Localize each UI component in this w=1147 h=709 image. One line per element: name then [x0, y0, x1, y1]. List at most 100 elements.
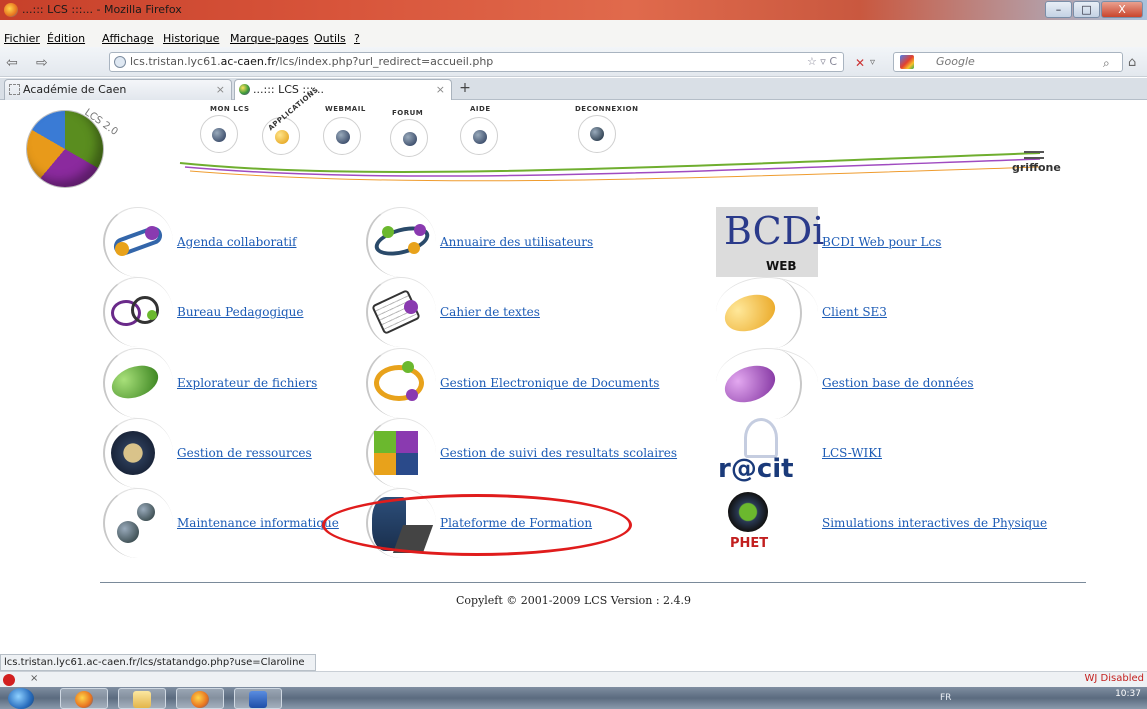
- wj-status[interactable]: WJ Disabled: [1085, 673, 1144, 684]
- search-input[interactable]: Google: [893, 52, 1123, 72]
- app-explorateur[interactable]: Explorateur de fichiers: [103, 348, 317, 418]
- addon-bar: × WJ Disabled: [0, 671, 1147, 687]
- forward-icon[interactable]: ⇨: [36, 55, 48, 71]
- nav-caption: WEBMAIL: [325, 105, 366, 113]
- recit-fleur-shape: [744, 418, 778, 458]
- close-button[interactable]: X: [1101, 1, 1143, 18]
- nav-caption: FORUM: [392, 109, 424, 117]
- annuaire-ball-shape: [414, 224, 426, 236]
- puzzle-piece-shape: [374, 453, 396, 475]
- user-name: griffone: [1012, 161, 1061, 174]
- app-bcdi[interactable]: BCDi WEB BCDI Web pour Lcs: [716, 207, 941, 277]
- search-icon[interactable]: ⌕: [1103, 56, 1110, 71]
- system-clock[interactable]: 10:37: [1115, 689, 1141, 699]
- minimize-button[interactable]: –: [1045, 1, 1072, 18]
- app-link-explorateur[interactable]: Explorateur de fichiers: [177, 376, 317, 390]
- site-identity-icon[interactable]: [114, 56, 126, 68]
- footer-divider: [100, 582, 1086, 583]
- maximize-button[interactable]: □: [1073, 1, 1100, 18]
- tab-lcs[interactable]: ...::: LCS :::... ×: [234, 79, 452, 100]
- app-link-bcdi[interactable]: BCDI Web pour Lcs: [822, 235, 941, 249]
- taskbar-firefox[interactable]: [60, 688, 108, 709]
- lcs-header: LCS 2.0 MON LCS APPLICATIONS WEBMAIL FOR…: [0, 86, 1147, 191]
- maintenance-ball-shape: [137, 503, 155, 521]
- addon-bar-close[interactable]: ×: [30, 673, 38, 684]
- nav-caption: DECONNEXION: [575, 105, 639, 113]
- app-suivi[interactable]: Gestion de suivi des resultats scolaires: [366, 418, 677, 488]
- ged-ball-shape: [402, 361, 414, 373]
- app-link-ged[interactable]: Gestion Electronique de Documents: [440, 376, 659, 390]
- user-icon: [1024, 151, 1044, 159]
- puzzle-piece-shape: [396, 453, 418, 475]
- app-link-maintenance[interactable]: Maintenance informatique: [177, 516, 339, 530]
- start-button[interactable]: [8, 688, 34, 709]
- home-icon[interactable]: ⌂: [1128, 55, 1136, 70]
- app-ged[interactable]: Gestion Electronique de Documents: [366, 348, 659, 418]
- app-agenda[interactable]: Agenda collaboratif: [103, 207, 297, 277]
- taskbar-word[interactable]: [234, 688, 282, 709]
- app-link-ressources[interactable]: Gestion de ressources: [177, 446, 312, 460]
- app-link-client-se3[interactable]: Client SE3: [822, 305, 887, 319]
- language-indicator[interactable]: FR: [940, 693, 951, 703]
- app-link-suivi[interactable]: Gestion de suivi des resultats scolaires: [440, 446, 677, 460]
- tab-bar: Académie de Caen × ...::: LCS :::... × +: [0, 78, 1147, 100]
- firefox-icon: [75, 691, 93, 708]
- tab-academie[interactable]: Académie de Caen ×: [4, 79, 232, 100]
- webmail-icon: [336, 130, 350, 144]
- firefox-icon[interactable]: [4, 3, 18, 17]
- window-controls: – □ X: [1045, 1, 1143, 18]
- back-icon[interactable]: ⇦: [6, 55, 18, 71]
- app-cahier[interactable]: Cahier de textes: [366, 277, 540, 347]
- puzzle-icon: [366, 418, 436, 488]
- app-link-annuaire[interactable]: Annuaire des utilisateurs: [440, 235, 593, 249]
- dropdown-icon[interactable]: ▿: [870, 57, 875, 68]
- tab-close-icon[interactable]: ×: [216, 80, 225, 99]
- windows-taskbar: FR 10:37: [0, 687, 1147, 709]
- nav-deconnexion[interactable]: [578, 115, 616, 153]
- adblock-icon[interactable]: [3, 674, 15, 686]
- nav-mon-lcs[interactable]: [200, 115, 238, 153]
- google-icon: [900, 55, 914, 69]
- app-client-se3[interactable]: Client SE3: [716, 277, 887, 348]
- app-link-bureau[interactable]: Bureau Pedagogique: [177, 305, 304, 319]
- nav-webmail[interactable]: [323, 117, 361, 155]
- explorateur-ellipse-shape: [107, 359, 163, 405]
- menu-historique[interactable]: Historique: [163, 32, 219, 45]
- explorateur-icon: [103, 348, 173, 418]
- app-bureau[interactable]: Bureau Pedagogique: [103, 277, 304, 347]
- cahier-ball-shape: [404, 300, 418, 314]
- app-link-wiki[interactable]: LCS-WIKI: [822, 446, 882, 460]
- copyright-text: Copyleft © 2001-2009 LCS Version : 2.4.9: [455, 594, 692, 607]
- bookmark-star-icon[interactable]: ☆ ▿ C: [807, 53, 837, 71]
- menu-edition[interactable]: Édition: [47, 32, 85, 45]
- client-se3-icon: [716, 277, 818, 348]
- tab-close-icon[interactable]: ×: [436, 80, 445, 99]
- menu-help[interactable]: ?: [354, 32, 360, 45]
- nav-aide[interactable]: [460, 117, 498, 155]
- menu-outils[interactable]: Outils: [314, 32, 346, 45]
- menu-marque-pages[interactable]: Marque-pages: [230, 32, 308, 45]
- app-link-database[interactable]: Gestion base de données: [822, 376, 974, 390]
- new-tab-button[interactable]: +: [456, 80, 474, 98]
- nav-forum[interactable]: [390, 119, 428, 157]
- app-ressources[interactable]: Gestion de ressources: [103, 418, 312, 488]
- app-link-agenda[interactable]: Agenda collaboratif: [177, 235, 297, 249]
- app-maintenance[interactable]: Maintenance informatique: [103, 488, 339, 558]
- firefox-icon: [191, 691, 209, 708]
- app-link-cahier[interactable]: Cahier de textes: [440, 305, 540, 319]
- app-wiki[interactable]: r@cit LCS-WIKI: [716, 418, 882, 488]
- app-annuaire[interactable]: Annuaire des utilisateurs: [366, 207, 593, 277]
- taskbar-explorer[interactable]: [118, 688, 166, 709]
- menu-fichier[interactable]: Fichier: [4, 32, 40, 45]
- tab-label: Académie de Caen: [23, 83, 127, 96]
- taskbar-firefox-2[interactable]: [176, 688, 224, 709]
- stop-icon[interactable]: ✕: [855, 56, 865, 70]
- client-se3-ring-shape: [746, 278, 802, 348]
- bcdi-logo-text: BCDi: [724, 209, 825, 253]
- app-database[interactable]: Gestion base de données: [716, 348, 974, 419]
- window-titlebar: ...::: LCS :::... - Mozilla Firefox – □ …: [0, 0, 1147, 20]
- app-phet[interactable]: PHET Simulations interactives de Physiqu…: [716, 488, 1047, 558]
- url-bar[interactable]: lcs.tristan.lyc61.ac-caen.fr/lcs/index.p…: [109, 52, 844, 72]
- menu-affichage[interactable]: Affichage: [102, 32, 154, 45]
- app-link-phet[interactable]: Simulations interactives de Physique: [822, 516, 1047, 530]
